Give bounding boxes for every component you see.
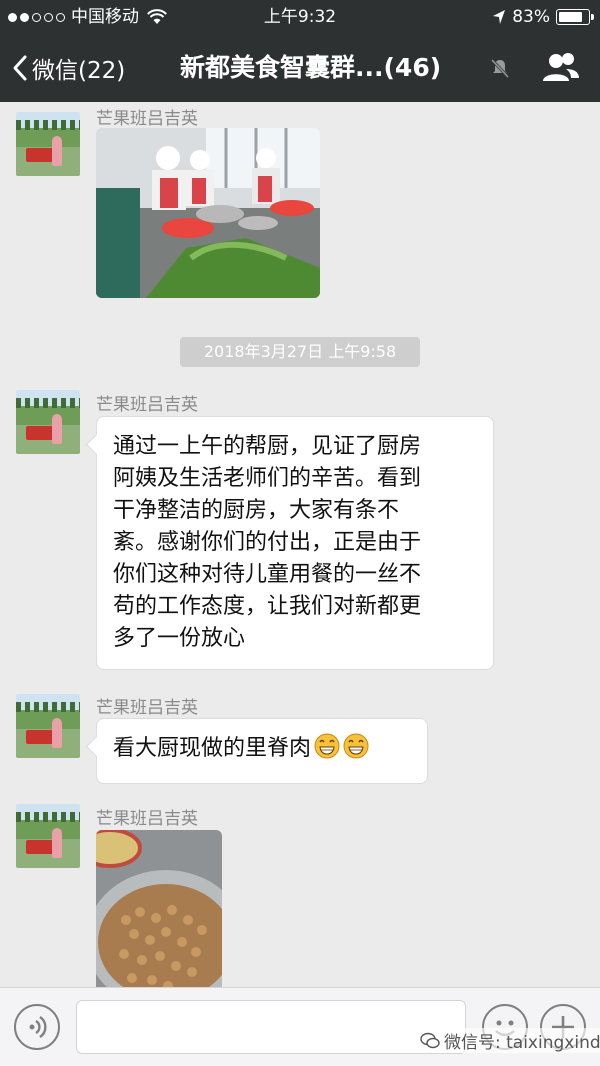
input-bar <box>0 987 600 1066</box>
message-line: 紊。感谢你们的付出，正是由于 <box>113 530 422 555</box>
message-line: 干净整洁的厨房，大家有条不 <box>113 498 400 523</box>
message-line: 苟的工作态度，让我们对新都更 <box>113 594 422 619</box>
message-line: 阿姨及生活老师们的辛苦。看到 <box>113 466 422 491</box>
nav-bar: 微信(22) 新都美食智囊群...(46) <box>0 34 600 102</box>
back-button[interactable]: 微信(22) <box>12 34 125 102</box>
grin-emoji-icon <box>314 733 340 759</box>
message-line: 通过一上午的帮厨，见证了厨房 <box>113 434 422 459</box>
sender-name: 芒果班吕吉英 <box>96 809 198 829</box>
message-bubble[interactable]: 看大厨现做的里脊肉 <box>96 718 428 784</box>
avatar[interactable] <box>16 804 80 868</box>
sender-name: 芒果班吕吉英 <box>96 109 198 129</box>
message-text: 看大厨现做的里脊肉 <box>113 736 312 761</box>
kitchen-staff-photo[interactable] <box>96 128 320 298</box>
top-bar: 中国移动 上午9:32 83% 微信(22) 新都美食智囊群...(46) <box>0 0 600 102</box>
avatar[interactable] <box>16 694 80 758</box>
mute-icon <box>490 58 510 79</box>
chat-title: 新都美食智囊群...(46) <box>180 53 442 82</box>
watermark-text: 微信号: taixingxindu <box>444 1033 600 1053</box>
message-line: 你们这种对待儿童用餐的一丝不 <box>113 562 422 587</box>
group-members-icon[interactable] <box>542 50 580 86</box>
avatar[interactable] <box>16 112 80 176</box>
back-label: 微信(22) <box>32 58 126 84</box>
message-input[interactable] <box>76 1000 466 1054</box>
sender-name: 芒果班吕吉英 <box>96 395 198 415</box>
chat-area[interactable]: 芒果班吕吉英 2018年3月27日 上午9:58 芒果班吕吉英 通过一上午的帮厨… <box>0 102 600 987</box>
voice-icon <box>29 1016 47 1038</box>
status-right: 83% <box>492 0 594 34</box>
watermark: 微信号: taixingxindu <box>416 1028 600 1053</box>
battery-percent: 83% <box>512 7 550 27</box>
battery-icon <box>556 9 594 25</box>
message-line: 多了一份放心 <box>113 626 246 651</box>
wechat-logo-icon <box>420 1032 440 1048</box>
voice-button[interactable] <box>14 1004 60 1050</box>
avatar[interactable] <box>16 390 80 454</box>
sender-name: 芒果班吕吉英 <box>96 698 198 718</box>
pork-tenderloin-photo[interactable] <box>96 830 222 987</box>
location-arrow-icon <box>493 10 506 24</box>
status-bar: 中国移动 上午9:32 83% <box>0 0 600 34</box>
message-bubble[interactable]: 通过一上午的帮厨，见证了厨房 阿姨及生活老师们的辛苦。看到 干净整洁的厨房，大家… <box>96 416 494 670</box>
grin-emoji-icon <box>343 733 369 759</box>
chevron-left-icon <box>13 55 27 81</box>
timestamp: 2018年3月27日 上午9:58 <box>180 337 420 367</box>
